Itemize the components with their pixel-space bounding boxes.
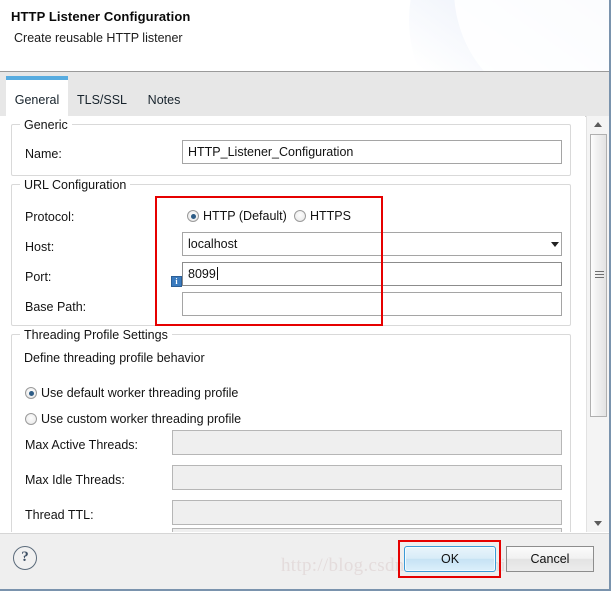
threading-description: Define threading profile behavior	[24, 351, 205, 365]
scroll-down-arrow-icon	[594, 521, 602, 526]
header-decoration-arc-inner	[454, 0, 609, 71]
port-info-icon[interactable]: i	[171, 276, 182, 287]
protocol-radio-https[interactable]: HTTPS	[294, 209, 351, 223]
scrollbar-up-button[interactable]	[588, 116, 609, 133]
settings-scroll-area: Generic Name: URL Configuration Protocol…	[0, 116, 585, 532]
base-path-input[interactable]	[182, 292, 562, 316]
max-active-threads-input[interactable]	[172, 430, 562, 455]
scrollbar-thumb[interactable]	[590, 134, 607, 417]
thread-ttl-label: Thread TTL:	[25, 508, 94, 522]
tab-tls-ssl-label: TLS/SSL	[76, 93, 128, 107]
dialog-header: HTTP Listener Configuration Create reusa…	[0, 0, 609, 72]
max-idle-threads-input[interactable]	[172, 465, 562, 490]
protocol-radio-http[interactable]: HTTP (Default)	[187, 209, 287, 223]
tab-general[interactable]: General	[6, 76, 68, 116]
tab-general-label: General	[14, 93, 60, 107]
max-active-threads-label: Max Active Threads:	[25, 438, 139, 452]
radio-https-indicator	[294, 210, 306, 222]
page-subtitle: Create reusable HTTP listener	[14, 31, 183, 45]
scrollbar-down-button[interactable]	[588, 515, 609, 532]
vertical-scrollbar[interactable]	[586, 116, 609, 532]
threading-radio-default[interactable]: Use default worker threading profile	[25, 386, 238, 400]
generic-group-legend: Generic	[20, 118, 72, 132]
http-listener-configuration-dialog: HTTP Listener Configuration Create reusa…	[0, 0, 611, 591]
name-label: Name:	[25, 147, 62, 161]
host-input[interactable]	[182, 232, 562, 256]
text-caret	[216, 267, 218, 280]
host-label: Host:	[25, 240, 55, 254]
threading-radio-custom[interactable]: Use custom worker threading profile	[25, 412, 241, 426]
threading-profile-group-legend: Threading Profile Settings	[20, 328, 172, 342]
threading-radio-default-label: Use default worker threading profile	[41, 386, 239, 400]
threading-radio-custom-label: Use custom worker threading profile	[41, 412, 242, 426]
radio-custom-profile-indicator	[25, 413, 37, 425]
ok-button[interactable]: OK	[404, 546, 496, 572]
tab-tls-ssl[interactable]: TLS/SSL	[68, 76, 136, 116]
question-mark-icon[interactable]: ?	[13, 546, 37, 570]
cancel-button[interactable]: Cancel	[506, 546, 594, 572]
port-input-value: 8099	[188, 267, 216, 281]
radio-default-profile-indicator	[25, 387, 37, 399]
base-path-label: Base Path:	[25, 300, 87, 314]
name-input[interactable]	[182, 140, 562, 164]
url-configuration-group-legend: URL Configuration	[20, 178, 131, 192]
host-dropdown-arrow-icon[interactable]	[551, 242, 559, 247]
page-title: HTTP Listener Configuration	[11, 9, 191, 24]
port-input[interactable]: 8099	[182, 262, 562, 286]
next-field-partial[interactable]	[172, 528, 562, 532]
thread-ttl-input[interactable]	[172, 500, 562, 525]
radio-http-indicator	[187, 210, 199, 222]
protocol-radio-https-label: HTTPS	[310, 209, 351, 223]
scroll-up-arrow-icon	[594, 122, 602, 127]
max-idle-threads-label: Max Idle Threads:	[25, 473, 125, 487]
scrollbar-grip-icon	[595, 270, 604, 281]
tab-notes-label: Notes	[147, 93, 181, 107]
port-label: Port:	[25, 270, 52, 284]
tab-bar: General TLS/SSL Notes	[0, 72, 609, 117]
protocol-radio-http-label: HTTP (Default)	[203, 209, 287, 223]
protocol-label: Protocol:	[25, 210, 75, 224]
tab-notes[interactable]: Notes	[136, 76, 192, 116]
